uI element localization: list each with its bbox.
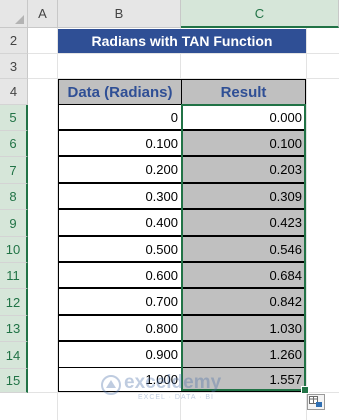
result-cell[interactable]: 1.260 xyxy=(181,341,306,368)
data-cell[interactable]: 0.300 xyxy=(58,183,182,209)
column-header-b[interactable]: B xyxy=(58,0,181,28)
sheet-title[interactable]: Radians with TAN Function xyxy=(58,29,306,53)
row-header-3[interactable]: 3 xyxy=(0,54,28,79)
result-cell[interactable]: 1.030 xyxy=(181,315,306,341)
result-cell[interactable]: 0.000 xyxy=(181,104,306,130)
row-header-7[interactable]: 7 xyxy=(0,157,28,184)
row-header-8[interactable]: 8 xyxy=(0,184,28,210)
data-cell[interactable]: 0.500 xyxy=(58,236,182,262)
gridline xyxy=(28,53,339,54)
column-header-c[interactable]: C xyxy=(181,0,339,28)
data-cell[interactable]: 1.000 xyxy=(58,367,182,392)
row-header-9[interactable]: 9 xyxy=(0,210,28,237)
data-cell[interactable]: 0.800 xyxy=(58,315,182,341)
header-data-radians[interactable]: Data (Radians) xyxy=(58,79,182,105)
data-cell[interactable]: 0.100 xyxy=(58,130,182,156)
spreadsheet-grid: A B C 2 3 4 5 6 7 8 9 10 11 12 13 14 15 … xyxy=(0,0,339,420)
data-cell[interactable]: 0.700 xyxy=(58,288,182,315)
row-header-2[interactable]: 2 xyxy=(0,28,28,54)
row-header-15[interactable]: 15 xyxy=(0,369,28,393)
result-cell[interactable]: 0.100 xyxy=(181,130,306,156)
gridline xyxy=(306,28,307,420)
fill-handle[interactable] xyxy=(301,386,309,394)
row-header-11[interactable]: 11 xyxy=(0,263,28,289)
quick-analysis-button[interactable] xyxy=(307,394,325,410)
select-all-triangle-icon xyxy=(15,15,24,24)
data-cell[interactable]: 0.900 xyxy=(58,341,182,368)
result-cell[interactable]: 0.203 xyxy=(181,156,306,183)
header-result[interactable]: Result xyxy=(181,79,306,105)
row-header-10[interactable]: 10 xyxy=(0,237,28,263)
row-header-4[interactable]: 4 xyxy=(0,79,28,105)
row-header-12[interactable]: 12 xyxy=(0,289,28,316)
quick-analysis-icon xyxy=(309,396,322,407)
result-cell[interactable]: 0.309 xyxy=(181,183,306,209)
row-header-5[interactable]: 5 xyxy=(0,105,28,131)
row-header-6[interactable]: 6 xyxy=(0,131,28,157)
result-cell[interactable]: 0.842 xyxy=(181,288,306,315)
column-header-a[interactable]: A xyxy=(28,0,58,28)
result-cell[interactable]: 0.546 xyxy=(181,236,306,262)
result-cell[interactable]: 1.557 xyxy=(181,367,306,392)
row-header-14[interactable]: 14 xyxy=(0,342,28,369)
gridline xyxy=(28,392,339,393)
watermark-tagline: EXCEL · DATA · BI xyxy=(138,394,214,401)
result-cell[interactable]: 0.684 xyxy=(181,262,306,288)
data-cell[interactable]: 0.400 xyxy=(58,209,182,236)
data-cell[interactable]: 0.200 xyxy=(58,156,182,183)
data-cell[interactable]: 0 xyxy=(58,104,182,130)
select-all-corner[interactable] xyxy=(0,0,28,28)
row-header-13[interactable]: 13 xyxy=(0,316,28,342)
data-cell[interactable]: 0.600 xyxy=(58,262,182,288)
result-cell[interactable]: 0.423 xyxy=(181,209,306,236)
